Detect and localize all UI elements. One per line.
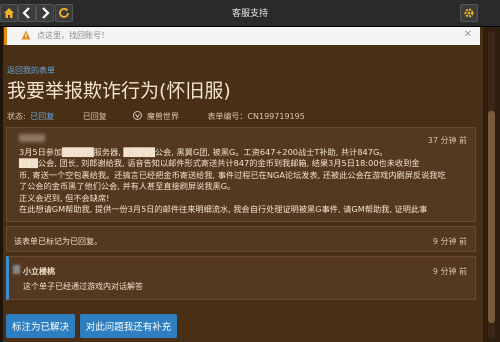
close-icon[interactable]: ✕ bbox=[464, 29, 472, 40]
post-line: 正义会迟到, 但不会缺席! bbox=[19, 192, 110, 203]
scrollbar[interactable] bbox=[483, 27, 500, 342]
status-tag: 已回复 bbox=[82, 112, 107, 121]
post-body: 3月5日参加█████服务器, █████公会, 黑翼G团, 被黑G。工资647… bbox=[19, 147, 469, 215]
warcraft-icon bbox=[133, 111, 145, 121]
post-line: 币, 寄送一个空包裹给我。还搞言已经把金币寄送给我, 事件过程已在NGA论坛发表… bbox=[19, 169, 446, 180]
status-value: 已回复 bbox=[30, 112, 55, 121]
gear-icon bbox=[464, 8, 474, 18]
mark-resolved-button[interactable]: 标注为已解决 bbox=[6, 314, 75, 338]
post-time: 37 分钟 前 bbox=[427, 136, 467, 145]
system-note-time: 9 分钟 前 bbox=[432, 237, 467, 246]
account-recovery-notice[interactable]: 点这里，找回账号！ ✕ bbox=[4, 27, 480, 45]
back-to-forms-link[interactable]: 返回我的表单 bbox=[7, 65, 55, 76]
ticket-status-row: 状态: 已回复 已回复 魔兽世界 表单编号：CN199719195 bbox=[7, 111, 307, 122]
reply-text: 这个单子已经通过游戏内对话解答 bbox=[23, 282, 143, 291]
warning-icon bbox=[21, 30, 31, 40]
author-name-redacted bbox=[19, 134, 45, 142]
scrollbar-thumb[interactable] bbox=[488, 111, 495, 323]
post-line: 3月5日参加█████服务器, █████公会, 黑翼G团, 被黑G。工资647… bbox=[19, 147, 388, 157]
post-line: ███公会, 团长, 刘郎谢给我, 语音告知以邮件形式寄送共计847的金币到我邮… bbox=[19, 158, 420, 169]
page-title: 我要举报欺诈行为(怀旧服) bbox=[7, 80, 231, 102]
post-line: 在此想请GM帮助我, 提供一份3月5日的邮件往来明细流水, 我会自行处理证明被黑… bbox=[19, 204, 428, 215]
reply-author: 小立楼桃 bbox=[23, 267, 55, 276]
post-line: 了公会的金币黑了他们公会, 并有人甚至直接刷屏说我黑G。 bbox=[19, 181, 236, 192]
original-post: 37 分钟 前 3月5日参加█████服务器, █████公会, 黑翼G团, 被… bbox=[6, 127, 476, 222]
game-name: 魔兽世界 bbox=[146, 112, 179, 121]
form-number: 表单编号：CN199719195 bbox=[207, 112, 305, 121]
title-bar: 客服支持 bbox=[0, 0, 500, 27]
notice-text[interactable]: 点这里，找回账号！ bbox=[37, 30, 109, 41]
system-note: 该表单已标记为已回复。 9 分钟 前 bbox=[6, 226, 476, 252]
system-note-text: 该表单已标记为已回复。 bbox=[14, 237, 102, 246]
window-title: 客服支持 bbox=[231, 9, 268, 19]
avatar bbox=[13, 265, 20, 274]
add-supplement-button[interactable]: 对此问题我还有补充 bbox=[80, 314, 177, 338]
settings-button[interactable] bbox=[460, 4, 478, 22]
reply-time: 9 分钟 前 bbox=[432, 267, 467, 276]
gm-reply: 小立楼桃 9 分钟 前 这个单子已经通过游戏内对话解答 bbox=[6, 256, 476, 300]
status-label: 状态: bbox=[7, 112, 26, 121]
